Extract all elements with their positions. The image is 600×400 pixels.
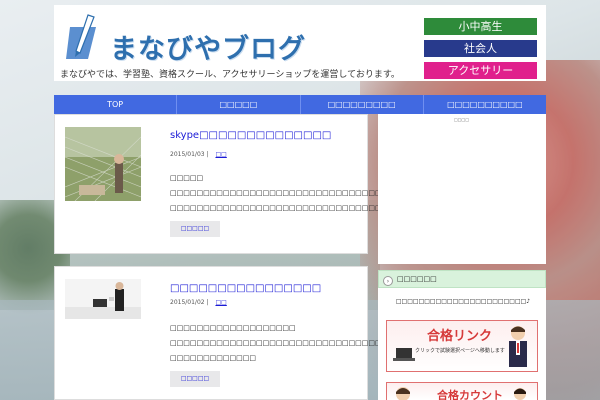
post-excerpt: □□□□□□□□□□□□□□□□□□□ □□□□□□□□□□□□□□□□□□□□…: [170, 324, 442, 362]
post-meta: 2015/01/02 | □□: [170, 299, 227, 306]
banner-title: 合格カウント: [437, 389, 503, 400]
read-more-button[interactable]: □□□□□: [170, 221, 220, 237]
banner-subtitle: クリックで試験選択ページへ移動します: [415, 348, 505, 354]
post-title[interactable]: □□□□□□□□□□□□□□□□: [170, 283, 360, 294]
separator: |: [206, 151, 209, 158]
post-meta: 2015/01/03 | □□: [170, 151, 227, 158]
pass-count-banner[interactable]: 合格カウント: [386, 382, 538, 400]
person-illustration-icon: [396, 387, 410, 400]
widget-body: □□□□□□□□□□□□□□□□□□□□□□□♪ 合格リンク クリックで試験選択…: [378, 288, 546, 400]
main-nav: TOP □□□□□ □□□□□□□□□ □□□□□□□□□□: [54, 95, 546, 114]
post-category-link[interactable]: □□: [215, 299, 226, 306]
widget-header: › □□□□□□: [378, 270, 546, 288]
post-category-link[interactable]: □□: [215, 151, 226, 158]
site-header: まなびやブログ まなびやでは、学習塾、資格スクール、アクセサリーショップを運営し…: [54, 5, 546, 81]
post-thumbnail[interactable]: [65, 127, 141, 201]
nav-item-2[interactable]: □□□□□: [177, 95, 301, 114]
nav-item-3[interactable]: □□□□□□□□□: [301, 95, 424, 114]
site-logo[interactable]: まなびやブログ: [66, 13, 326, 65]
laptop-icon: [393, 348, 415, 361]
read-more-button[interactable]: □□□□□: [170, 371, 220, 387]
sidebar-ad-label: □□□□: [454, 117, 470, 122]
post-date: 2015/01/02: [170, 299, 205, 306]
post-excerpt: □□□□□ □□□□□□□□□□□□□□□□□□□□□□□□□□□□□□□□□□…: [170, 174, 495, 212]
pass-link-banner[interactable]: 合格リンク クリックで試験選択ページへ移動します: [386, 320, 538, 372]
category-adults-button[interactable]: 社会人: [424, 40, 537, 57]
widget-title: □□□□□□: [397, 275, 437, 283]
post-card: skype□□□□□□□□□□□□□□ 2015/01/03 | □□ □□□□…: [54, 114, 495, 254]
separator: |: [206, 299, 209, 306]
chevron-right-icon: ›: [383, 276, 393, 286]
category-students-button[interactable]: 小中高生: [424, 18, 537, 35]
post-thumbnail[interactable]: [65, 279, 141, 319]
nav-item-top[interactable]: TOP: [54, 95, 178, 114]
site-tagline: まなびやでは、学習塾、資格スクール、アクセサリーショップを運営しております。: [60, 70, 400, 80]
teacher-illustration-icon: [509, 326, 527, 367]
post-date: 2015/01/03: [170, 151, 205, 158]
banner-title: 合格リンク: [427, 329, 493, 344]
nav-item-4[interactable]: □□□□□□□□□□: [424, 95, 546, 114]
pen-icon: [66, 14, 96, 59]
site-title: まなびやブログ: [110, 34, 306, 65]
widget-intro-text: □□□□□□□□□□□□□□□□□□□□□□□♪: [395, 298, 531, 305]
post-title[interactable]: skype□□□□□□□□□□□□□□: [170, 130, 360, 141]
category-accessory-button[interactable]: アクセサリー: [424, 62, 537, 79]
person-illustration-icon: [514, 388, 526, 400]
sidebar-ad-area: □□□□: [378, 114, 546, 264]
post-card: □□□□□□□□□□□□□□□□ 2015/01/02 | □□ □□□□□□□…: [54, 266, 442, 400]
